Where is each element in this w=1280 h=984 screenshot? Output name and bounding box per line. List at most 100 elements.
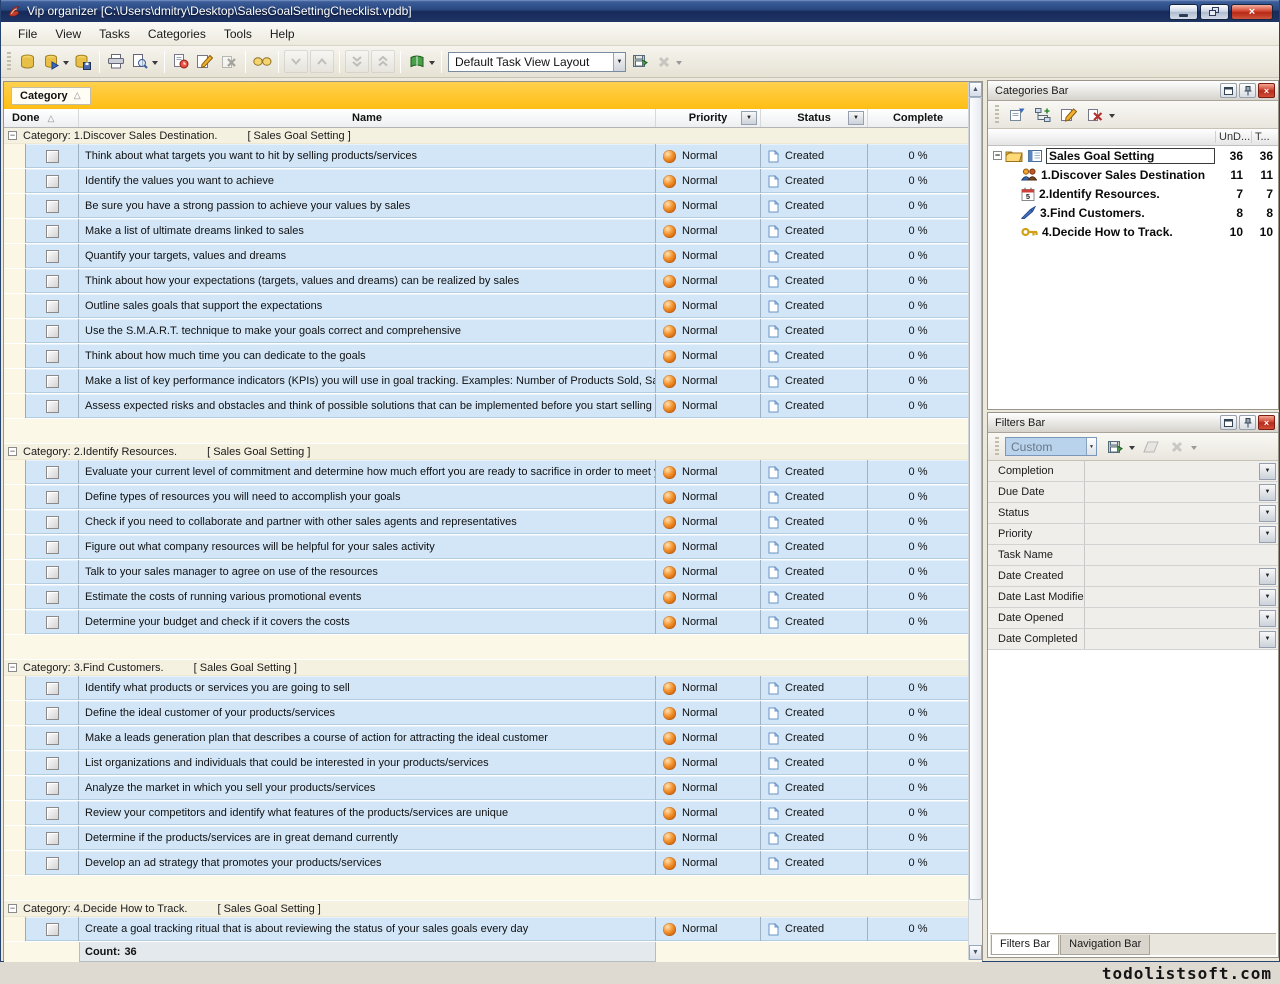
- task-done-checkbox[interactable]: [46, 175, 59, 188]
- close-button[interactable]: ×: [1231, 4, 1273, 20]
- filter-dropdown-button[interactable]: ▼: [1259, 484, 1276, 501]
- column-header-done[interactable]: Done △: [4, 109, 79, 127]
- column-header-complete[interactable]: Complete: [868, 109, 968, 127]
- task-done-checkbox[interactable]: [46, 400, 59, 413]
- layout-combobox[interactable]: Default Task View Layout ▼: [448, 52, 626, 72]
- task-row[interactable]: Quantify your targets, values and dreams…: [4, 244, 982, 269]
- edit-category-button[interactable]: [1057, 103, 1081, 126]
- filter-dropdown-button[interactable]: ▼: [1259, 568, 1276, 585]
- move-down-button[interactable]: [284, 50, 308, 73]
- add-subcategory-button[interactable]: [1031, 103, 1055, 126]
- categories-toolbar-caret-icon[interactable]: [1109, 114, 1115, 121]
- task-row[interactable]: Outline sales goals that support the exp…: [4, 294, 982, 319]
- save-filter-caret-icon[interactable]: [1129, 446, 1135, 453]
- task-row[interactable]: Estimate the costs of running various pr…: [4, 585, 982, 610]
- task-row[interactable]: List organizations and individuals that …: [4, 751, 982, 776]
- group-by-category-chip[interactable]: Category △: [11, 87, 91, 105]
- filters-toolbar-caret-icon[interactable]: [1191, 446, 1197, 453]
- filter-dropdown-button[interactable]: ▼: [1259, 610, 1276, 627]
- edit-task-button[interactable]: [193, 50, 217, 73]
- delete-filter-button[interactable]: [1165, 435, 1189, 458]
- category-tree-item[interactable]: 1.Discover Sales Destination1111: [988, 165, 1278, 184]
- filter-value-field[interactable]: [1085, 629, 1259, 649]
- panel-pin-button[interactable]: [1239, 83, 1256, 98]
- task-row[interactable]: Think about how much time you can dedica…: [4, 344, 982, 369]
- column-header-name[interactable]: Name: [79, 109, 656, 127]
- column-header-undone[interactable]: UnD...: [1215, 131, 1251, 143]
- filter-preset-combobox[interactable]: Custom ▼: [1005, 437, 1097, 456]
- move-up-button[interactable]: [310, 50, 334, 73]
- panel-close-button[interactable]: ×: [1258, 415, 1275, 430]
- category-tree-item[interactable]: 3.Find Customers.88: [988, 203, 1278, 222]
- print-preview-button[interactable]: [128, 50, 152, 73]
- filter-dropdown-button[interactable]: ▼: [1259, 505, 1276, 522]
- column-header-total[interactable]: T...: [1251, 131, 1278, 143]
- task-done-checkbox[interactable]: [46, 591, 59, 604]
- filter-dropdown-button[interactable]: ▼: [1259, 463, 1276, 480]
- open-database-caret-icon[interactable]: [63, 61, 69, 68]
- task-row[interactable]: Assess expected risks and obstacles and …: [4, 394, 982, 419]
- menu-view[interactable]: View: [46, 24, 90, 44]
- column-header-status[interactable]: Status ▼: [761, 109, 868, 127]
- task-row[interactable]: Make a list of ultimate dreams linked to…: [4, 219, 982, 244]
- task-row[interactable]: Define types of resources you will need …: [4, 485, 982, 510]
- task-row[interactable]: Think about what targets you want to hit…: [4, 144, 982, 169]
- task-row[interactable]: Determine your budget and check if it co…: [4, 610, 982, 635]
- task-row[interactable]: Develop an ad strategy that promotes you…: [4, 851, 982, 876]
- tab-filters-bar[interactable]: Filters Bar: [991, 935, 1059, 955]
- task-row[interactable]: Make a list of key performance indicator…: [4, 369, 982, 394]
- task-done-checkbox[interactable]: [46, 375, 59, 388]
- task-done-checkbox[interactable]: [46, 782, 59, 795]
- filter-value-field[interactable]: [1085, 503, 1259, 523]
- task-done-checkbox[interactable]: [46, 150, 59, 163]
- filter-value-field[interactable]: [1085, 566, 1259, 586]
- task-row[interactable]: Be sure you have a strong passion to ach…: [4, 194, 982, 219]
- panel-restore-button[interactable]: [1220, 83, 1237, 98]
- scrollbar-thumb[interactable]: [969, 97, 982, 900]
- save-layout-button[interactable]: [628, 50, 652, 73]
- task-done-checkbox[interactable]: [46, 757, 59, 770]
- panel-pin-button[interactable]: [1239, 415, 1256, 430]
- task-done-checkbox[interactable]: [46, 350, 59, 363]
- collapse-group-icon[interactable]: −: [8, 904, 17, 913]
- task-row[interactable]: Define the ideal customer of your produc…: [4, 701, 982, 726]
- filter-preset-dropdown-icon[interactable]: ▼: [1086, 438, 1096, 455]
- task-row[interactable]: Identify what products or services you a…: [4, 676, 982, 701]
- category-tree-item[interactable]: −Sales Goal Setting3636: [988, 146, 1278, 165]
- menu-tools[interactable]: Tools: [215, 24, 261, 44]
- collapse-group-icon[interactable]: −: [8, 131, 17, 140]
- scroll-down-button[interactable]: ▼: [969, 945, 982, 960]
- task-row[interactable]: Talk to your sales manager to agree on u…: [4, 560, 982, 585]
- task-done-checkbox[interactable]: [46, 857, 59, 870]
- task-done-checkbox[interactable]: [46, 923, 59, 936]
- save-database-button[interactable]: [71, 50, 95, 73]
- filter-value-field[interactable]: [1085, 545, 1278, 565]
- filter-dropdown-button[interactable]: ▼: [1259, 589, 1276, 606]
- filter-value-field[interactable]: [1085, 587, 1259, 607]
- add-category-button[interactable]: [1005, 103, 1029, 126]
- layout-caret-icon[interactable]: [676, 61, 682, 68]
- priority-filter-button[interactable]: ▼: [741, 111, 757, 125]
- task-row[interactable]: Identify the values you want to achieveN…: [4, 169, 982, 194]
- status-filter-button[interactable]: ▼: [848, 111, 864, 125]
- task-done-checkbox[interactable]: [46, 325, 59, 338]
- task-row[interactable]: Analyze the market in which you sell you…: [4, 776, 982, 801]
- collapse-group-icon[interactable]: −: [8, 447, 17, 456]
- scroll-up-button[interactable]: ▲: [969, 82, 982, 97]
- task-row[interactable]: Use the S.M.A.R.T. technique to make you…: [4, 319, 982, 344]
- task-row[interactable]: Think about how your expectations (targe…: [4, 269, 982, 294]
- move-to-bottom-button[interactable]: [345, 50, 369, 73]
- task-done-checkbox[interactable]: [46, 566, 59, 579]
- delete-category-button[interactable]: [1083, 103, 1107, 126]
- task-done-checkbox[interactable]: [46, 275, 59, 288]
- category-tree-item[interactable]: 52.Identify Resources.77: [988, 184, 1278, 203]
- tab-navigation-bar[interactable]: Navigation Bar: [1060, 935, 1150, 955]
- task-done-checkbox[interactable]: [46, 516, 59, 529]
- column-header-priority[interactable]: Priority ▼: [656, 109, 761, 127]
- category-tree-item[interactable]: 4.Decide How to Track.1010: [988, 222, 1278, 241]
- task-row[interactable]: Check if you need to collaborate and par…: [4, 510, 982, 535]
- task-done-checkbox[interactable]: [46, 491, 59, 504]
- task-done-checkbox[interactable]: [46, 732, 59, 745]
- notes-button[interactable]: [405, 50, 429, 73]
- task-done-checkbox[interactable]: [46, 707, 59, 720]
